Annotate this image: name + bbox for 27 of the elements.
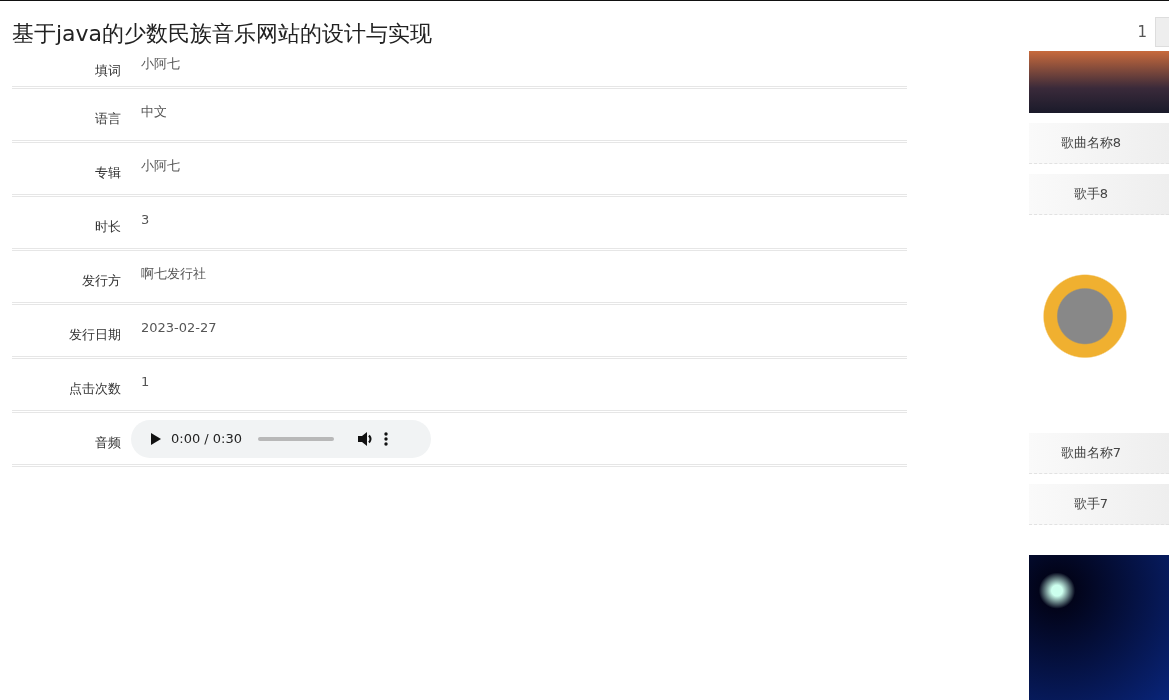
singer-name[interactable]: 歌手8 <box>1029 174 1169 215</box>
song-name[interactable]: 歌曲名称8 <box>1029 123 1169 164</box>
play-icon[interactable] <box>151 432 161 445</box>
field-value: 3 <box>141 212 150 227</box>
page-number[interactable]: 1 <box>1137 23 1147 41</box>
field-value: 小阿七 <box>141 55 180 73</box>
field-value: 小阿七 <box>141 156 180 175</box>
field-label: 专辑 <box>94 163 121 182</box>
field-label: 填词 <box>94 62 121 80</box>
page-title: 基于java的少数民族音乐网站的设计与实现 <box>12 20 434 48</box>
field-value: 1 <box>141 374 150 389</box>
field-value: 中文 <box>141 102 167 121</box>
field-value: 啊七发行社 <box>141 264 206 283</box>
more-options-icon[interactable] <box>384 431 389 446</box>
field-label: 发行日期 <box>68 325 121 344</box>
field-label: 音频 <box>94 433 121 452</box>
audio-time: 0:00 / 0:30 <box>171 431 243 446</box>
field-label: 点击次数 <box>68 379 121 398</box>
audio-player[interactable]: 0:00 / 0:30 <box>131 419 431 458</box>
field-label: 发行方 <box>81 271 121 290</box>
field-label: 时长 <box>94 217 121 236</box>
photo-placeholder[interactable] <box>1029 51 1169 113</box>
singer-name[interactable]: 歌手7 <box>1029 484 1169 525</box>
photo-placeholder[interactable] <box>1029 555 1169 700</box>
song-name[interactable]: 歌曲名称7 <box>1029 433 1169 474</box>
field-label: 语言 <box>94 109 121 128</box>
field-value: 2023-02-27 <box>141 320 217 335</box>
